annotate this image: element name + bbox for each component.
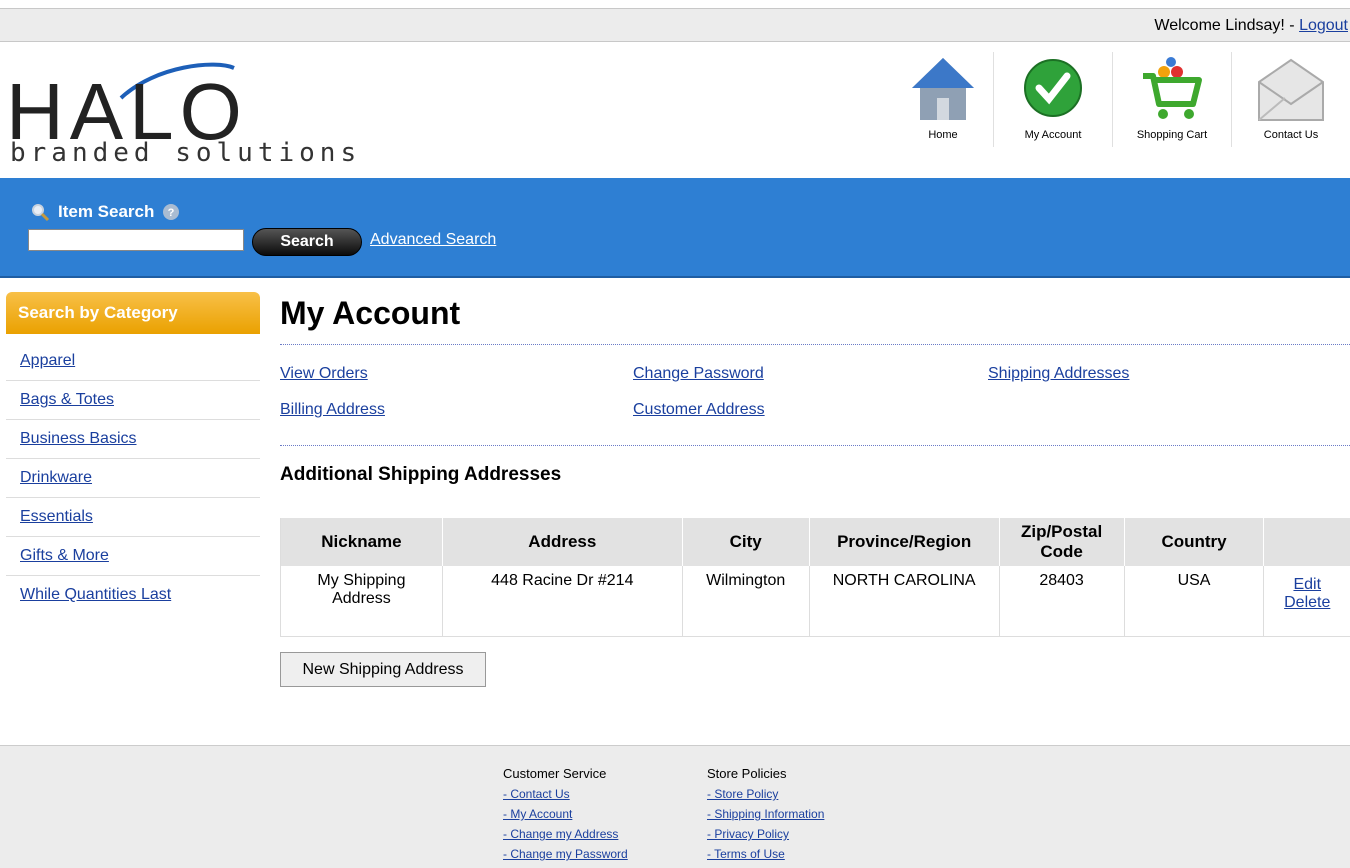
delete-link[interactable]: Delete (1284, 594, 1330, 611)
category-item-apparel: Apparel (6, 342, 260, 381)
footer-link-change-address[interactable]: - Change my Address (503, 827, 618, 841)
column-header-actions (1264, 518, 1350, 566)
billing-address-link[interactable]: Billing Address (280, 401, 385, 419)
column-header-address: Address (442, 518, 682, 566)
edit-link[interactable]: Edit (1293, 576, 1321, 593)
footer-link-my-account[interactable]: - My Account (503, 807, 572, 821)
customer-address-link[interactable]: Customer Address (633, 401, 765, 419)
cell-city: Wilmington (682, 566, 809, 637)
cell-province: NORTH CAROLINA (809, 566, 999, 637)
nav-shopping-cart-label: Shopping Cart (1113, 129, 1231, 141)
category-link[interactable]: While Quantities Last (20, 586, 171, 603)
category-link[interactable]: Apparel (20, 352, 75, 369)
envelope-icon (1253, 54, 1329, 124)
search-bar: Item Search ? Search Advanced Search (0, 178, 1350, 278)
footer-link-contact-us[interactable]: - Contact Us (503, 787, 570, 801)
nav-my-account-label: My Account (994, 129, 1112, 141)
footer-link-store-policy[interactable]: - Store Policy (707, 787, 778, 801)
section-title: Additional Shipping Addresses (280, 464, 561, 486)
divider (280, 445, 1350, 446)
header-nav: Home My Account Shopping Cart Contact Us (893, 52, 1350, 152)
category-item-essentials: Essentials (6, 498, 260, 537)
category-link[interactable]: Drinkware (20, 469, 92, 486)
cell-zip: 28403 (999, 566, 1124, 637)
logout-link[interactable]: Logout (1299, 17, 1348, 34)
search-button[interactable]: Search (252, 228, 362, 256)
shipping-addresses-link[interactable]: Shipping Addresses (988, 365, 1129, 383)
footer-link-privacy-policy[interactable]: - Privacy Policy (707, 827, 789, 841)
cell-address: 448 Racine Dr #214 (442, 566, 682, 637)
category-item-while-quantities-last: While Quantities Last (6, 576, 260, 614)
footer-customer-service: Customer Service - Contact Us - My Accou… (503, 764, 628, 864)
advanced-search-link[interactable]: Advanced Search (370, 231, 496, 249)
welcome-text: Welcome Lindsay! - (1154, 17, 1299, 34)
column-header-zip: Zip/Postal Code (999, 518, 1124, 566)
footer-store-policies: Store Policies - Store Policy - Shipping… (707, 764, 824, 864)
column-header-province: Province/Region (809, 518, 999, 566)
column-header-city: City (682, 518, 809, 566)
cell-nickname: My Shipping Address (281, 566, 443, 637)
nav-my-account[interactable]: My Account (993, 52, 1112, 147)
column-header-country: Country (1124, 518, 1264, 566)
category-link[interactable]: Business Basics (20, 430, 137, 447)
item-search-text: Item Search (58, 202, 154, 222)
welcome-message: Welcome Lindsay! - Logout (1154, 17, 1348, 35)
change-password-link[interactable]: Change Password (633, 365, 764, 383)
divider (280, 344, 1350, 345)
category-heading: Search by Category (6, 292, 260, 334)
top-bar: Welcome Lindsay! - Logout (0, 8, 1350, 42)
logo-tagline: branded solutions (10, 138, 361, 168)
category-list: Apparel Bags & Totes Business Basics Dri… (6, 342, 260, 614)
cell-actions: Edit Delete (1264, 566, 1350, 637)
footer-link-change-password[interactable]: - Change my Password (503, 847, 628, 861)
category-item-business-basics: Business Basics (6, 420, 260, 459)
table-row: My Shipping Address 448 Racine Dr #214 W… (281, 566, 1350, 637)
column-header-nickname: Nickname (281, 518, 443, 566)
table-header-row: Nickname Address City Province/Region Zi… (281, 518, 1350, 566)
nav-contact-us[interactable]: Contact Us (1231, 52, 1350, 147)
category-link[interactable]: Gifts & More (20, 547, 109, 564)
category-link[interactable]: Essentials (20, 508, 93, 525)
search-input[interactable] (28, 229, 244, 251)
nav-home-label: Home (893, 129, 993, 141)
footer-heading: Customer Service (503, 764, 628, 784)
checkmark-icon (1021, 54, 1085, 118)
page-title: My Account (280, 295, 460, 332)
cell-country: USA (1124, 566, 1264, 637)
footer: Customer Service - Contact Us - My Accou… (0, 745, 1350, 868)
category-item-bags-totes: Bags & Totes (6, 381, 260, 420)
view-orders-link[interactable]: View Orders (280, 365, 368, 383)
footer-link-terms-of-use[interactable]: - Terms of Use (707, 847, 785, 861)
home-icon (908, 54, 978, 124)
new-shipping-address-button[interactable]: New Shipping Address (280, 652, 486, 687)
nav-contact-us-label: Contact Us (1232, 129, 1350, 141)
shipping-address-table: Nickname Address City Province/Region Zi… (280, 518, 1350, 637)
help-icon[interactable]: ? (162, 203, 180, 221)
nav-shopping-cart[interactable]: Shopping Cart (1112, 52, 1231, 147)
category-item-drinkware: Drinkware (6, 459, 260, 498)
footer-link-shipping-information[interactable]: - Shipping Information (707, 807, 824, 821)
footer-heading: Store Policies (707, 764, 824, 784)
magnifier-icon (30, 202, 50, 222)
nav-home[interactable]: Home (893, 52, 993, 147)
item-search-label: Item Search ? (30, 202, 180, 222)
svg-text:?: ? (168, 207, 175, 219)
halo-logo[interactable]: HALO branded solutions (6, 60, 406, 170)
shopping-cart-icon (1137, 54, 1207, 124)
category-link[interactable]: Bags & Totes (20, 391, 114, 408)
category-item-gifts-more: Gifts & More (6, 537, 260, 576)
